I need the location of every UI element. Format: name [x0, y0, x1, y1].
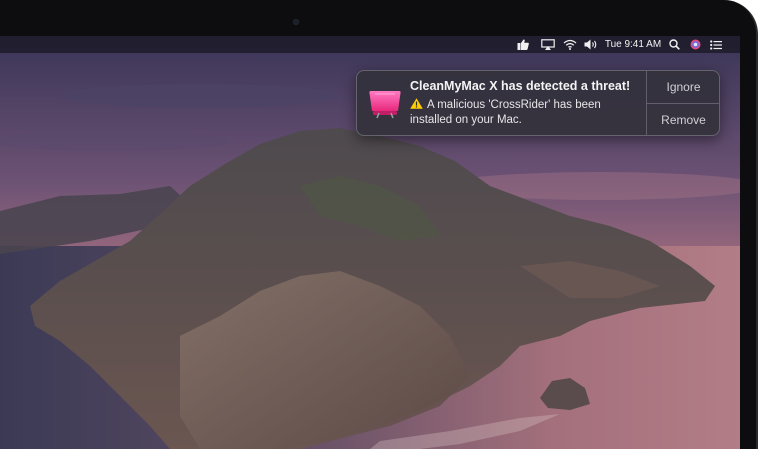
threat-notification[interactable]: CleanMyMac X has detected a threat! A ma… [356, 70, 720, 136]
laptop-bezel: Tue 9:41 AM CleanMyMac X has detected a … [0, 0, 758, 449]
menu-bar: Tue 9:41 AM [0, 36, 740, 53]
volume-icon[interactable] [583, 36, 600, 53]
remove-button[interactable]: Remove [647, 104, 719, 135]
warning-icon [410, 98, 423, 109]
thumbs-up-icon[interactable] [516, 36, 530, 53]
notification-actions: Ignore Remove [646, 71, 719, 135]
notification-message-text: A malicious 'CrossRider' has been instal… [410, 99, 601, 126]
notification-message: A malicious 'CrossRider' has been instal… [410, 98, 642, 128]
wifi-icon[interactable] [562, 36, 578, 53]
airplay-icon[interactable] [540, 36, 556, 53]
camera-dot [293, 19, 299, 25]
siri-icon[interactable] [689, 36, 702, 53]
notification-title: CleanMyMac X has detected a threat! [410, 79, 631, 93]
ignore-button[interactable]: Ignore [647, 71, 719, 104]
cleanmymac-app-icon [369, 91, 401, 119]
control-center-icon[interactable] [708, 36, 723, 53]
menu-bar-clock[interactable]: Tue 9:41 AM [604, 36, 662, 53]
search-icon[interactable] [668, 36, 681, 53]
notification-body[interactable]: CleanMyMac X has detected a threat! A ma… [357, 71, 646, 135]
desktop-screen: Tue 9:41 AM CleanMyMac X has detected a … [0, 36, 740, 449]
